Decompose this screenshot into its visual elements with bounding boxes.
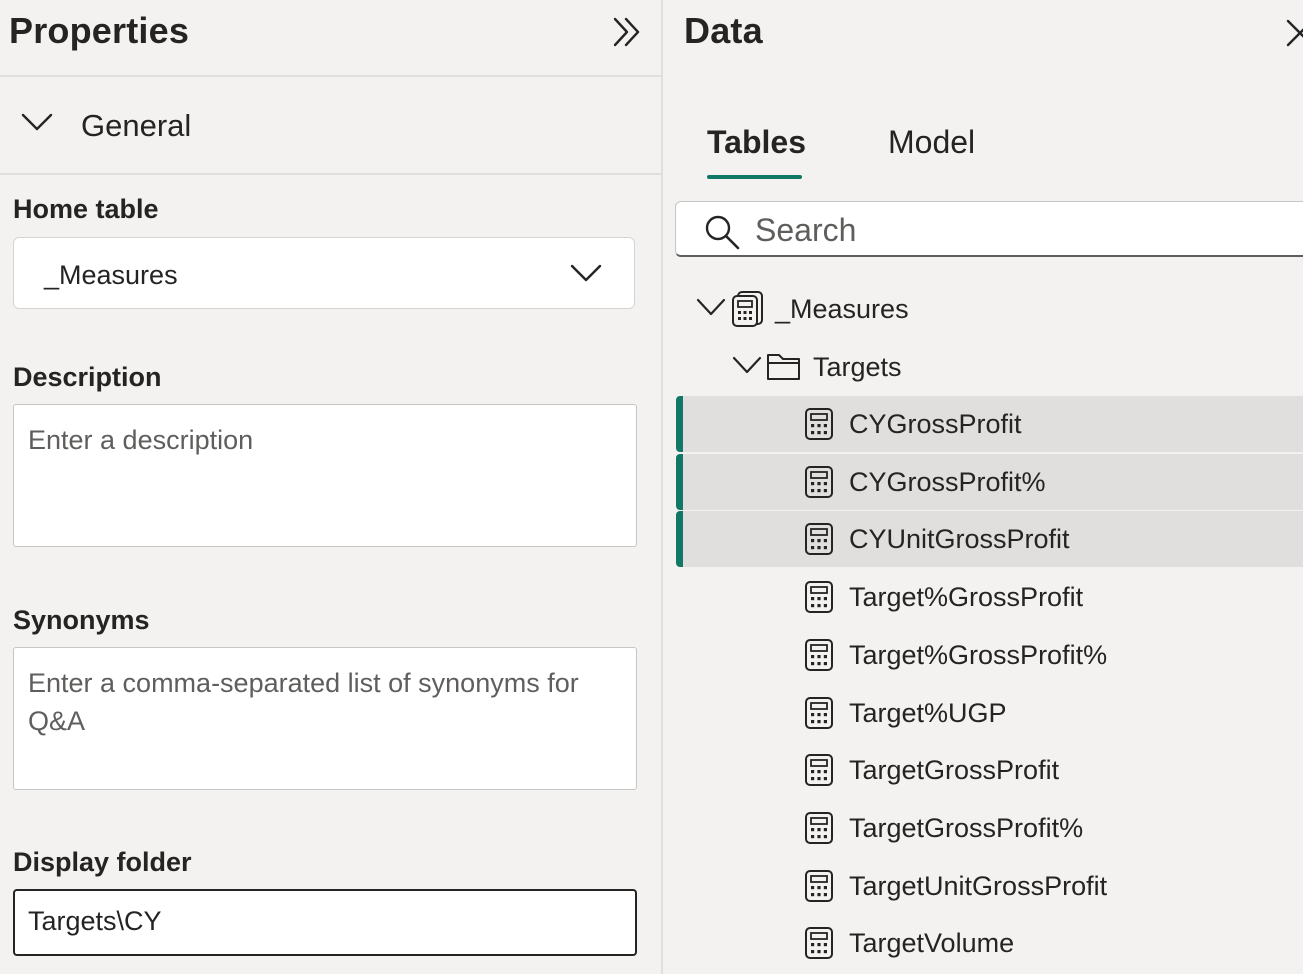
general-section-header[interactable]: General	[0, 78, 661, 173]
tree-item-measure[interactable]: CYGrossProfit%	[676, 454, 1303, 510]
calculator-icon	[804, 522, 834, 561]
measure-label: CYGrossProfit	[849, 409, 1022, 439]
data-title: Data	[684, 10, 763, 51]
measures-table-label: _Measures	[775, 294, 909, 324]
general-section-label: General	[81, 108, 192, 143]
measure-label: Target%GrossProfit%	[849, 640, 1108, 670]
measure-label: TargetVolume	[849, 928, 1015, 958]
measure-label: Target%UGP	[849, 698, 1007, 728]
calculator-icon	[804, 465, 834, 504]
tree-item-measure[interactable]: CYGrossProfit	[676, 396, 1303, 452]
tree-item-measure[interactable]: TargetGrossProfit	[676, 742, 1303, 798]
measure-label: TargetGrossProfit%	[849, 813, 1084, 843]
description-label: Description	[13, 362, 162, 392]
home-table-value: _Measures	[44, 260, 178, 290]
calculator-icon	[804, 638, 834, 677]
tree-item-measure[interactable]: TargetUnitGrossProfit	[676, 858, 1303, 914]
measure-label: Target%GrossProfit	[849, 582, 1084, 612]
synonyms-label: Synonyms	[13, 605, 150, 635]
tree-item-targets-folder[interactable]: Targets	[676, 339, 1303, 395]
tree-item-measures-table[interactable]: _Measures	[676, 281, 1303, 337]
calculator-icon	[804, 407, 834, 446]
tree-item-measure[interactable]: Target%GrossProfit%	[676, 627, 1303, 683]
search-placeholder: Search	[755, 212, 857, 248]
calculator-icon	[804, 926, 834, 965]
calculator-icon	[804, 753, 834, 792]
tree-item-measure[interactable]: CYUnitGrossProfit	[676, 511, 1303, 567]
targets-folder-label: Targets	[813, 352, 902, 382]
measure-table-icon	[731, 290, 765, 333]
calculator-icon	[804, 696, 834, 735]
calculator-icon	[804, 580, 834, 619]
measure-label: CYUnitGrossProfit	[849, 524, 1070, 554]
tab-model[interactable]: Model	[888, 124, 975, 161]
tab-tables[interactable]: Tables	[707, 124, 806, 161]
properties-pane: Properties General Home table _Measures …	[0, 0, 661, 974]
data-pane: Data Tables Model Search _Measures Targe…	[663, 0, 1303, 974]
display-folder-value: Targets\CY	[28, 906, 162, 936]
tree-item-measure[interactable]: TargetGrossProfit%	[676, 800, 1303, 856]
calculator-icon	[804, 869, 834, 908]
tree-item-measure[interactable]: Target%UGP	[676, 685, 1303, 741]
synonyms-field[interactable]: Enter a comma-separated list of synonyms…	[13, 647, 637, 790]
home-table-label: Home table	[13, 194, 159, 224]
search-input[interactable]: Search	[675, 201, 1303, 257]
chevron-down-icon	[20, 111, 54, 138]
chevron-down-icon[interactable]	[696, 297, 726, 322]
divider	[0, 75, 661, 77]
display-folder-field[interactable]: Targets\CY	[13, 889, 637, 956]
search-icon	[703, 213, 741, 256]
double-chevron-right-icon[interactable]	[611, 16, 643, 48]
calculator-icon	[804, 811, 834, 850]
measure-label: TargetUnitGrossProfit	[849, 871, 1108, 901]
divider	[0, 173, 661, 175]
chevron-down-icon	[570, 262, 602, 289]
synonyms-placeholder: Enter a comma-separated list of synonyms…	[28, 668, 579, 736]
display-folder-label: Display folder	[13, 847, 192, 877]
home-table-dropdown[interactable]: _Measures	[13, 237, 635, 309]
chevron-down-icon[interactable]	[732, 355, 762, 380]
close-icon[interactable]	[1285, 18, 1303, 48]
active-tab-indicator	[707, 175, 802, 179]
measure-label: CYGrossProfit%	[849, 467, 1046, 497]
folder-icon	[766, 351, 802, 386]
description-placeholder: Enter a description	[28, 425, 254, 455]
measure-label: TargetGrossProfit	[849, 755, 1060, 785]
tree-item-measure[interactable]: Target%GrossProfit	[676, 569, 1303, 625]
description-field[interactable]: Enter a description	[13, 404, 637, 547]
tree-item-measure[interactable]: TargetVolume	[676, 915, 1303, 971]
properties-title: Properties	[9, 10, 190, 51]
